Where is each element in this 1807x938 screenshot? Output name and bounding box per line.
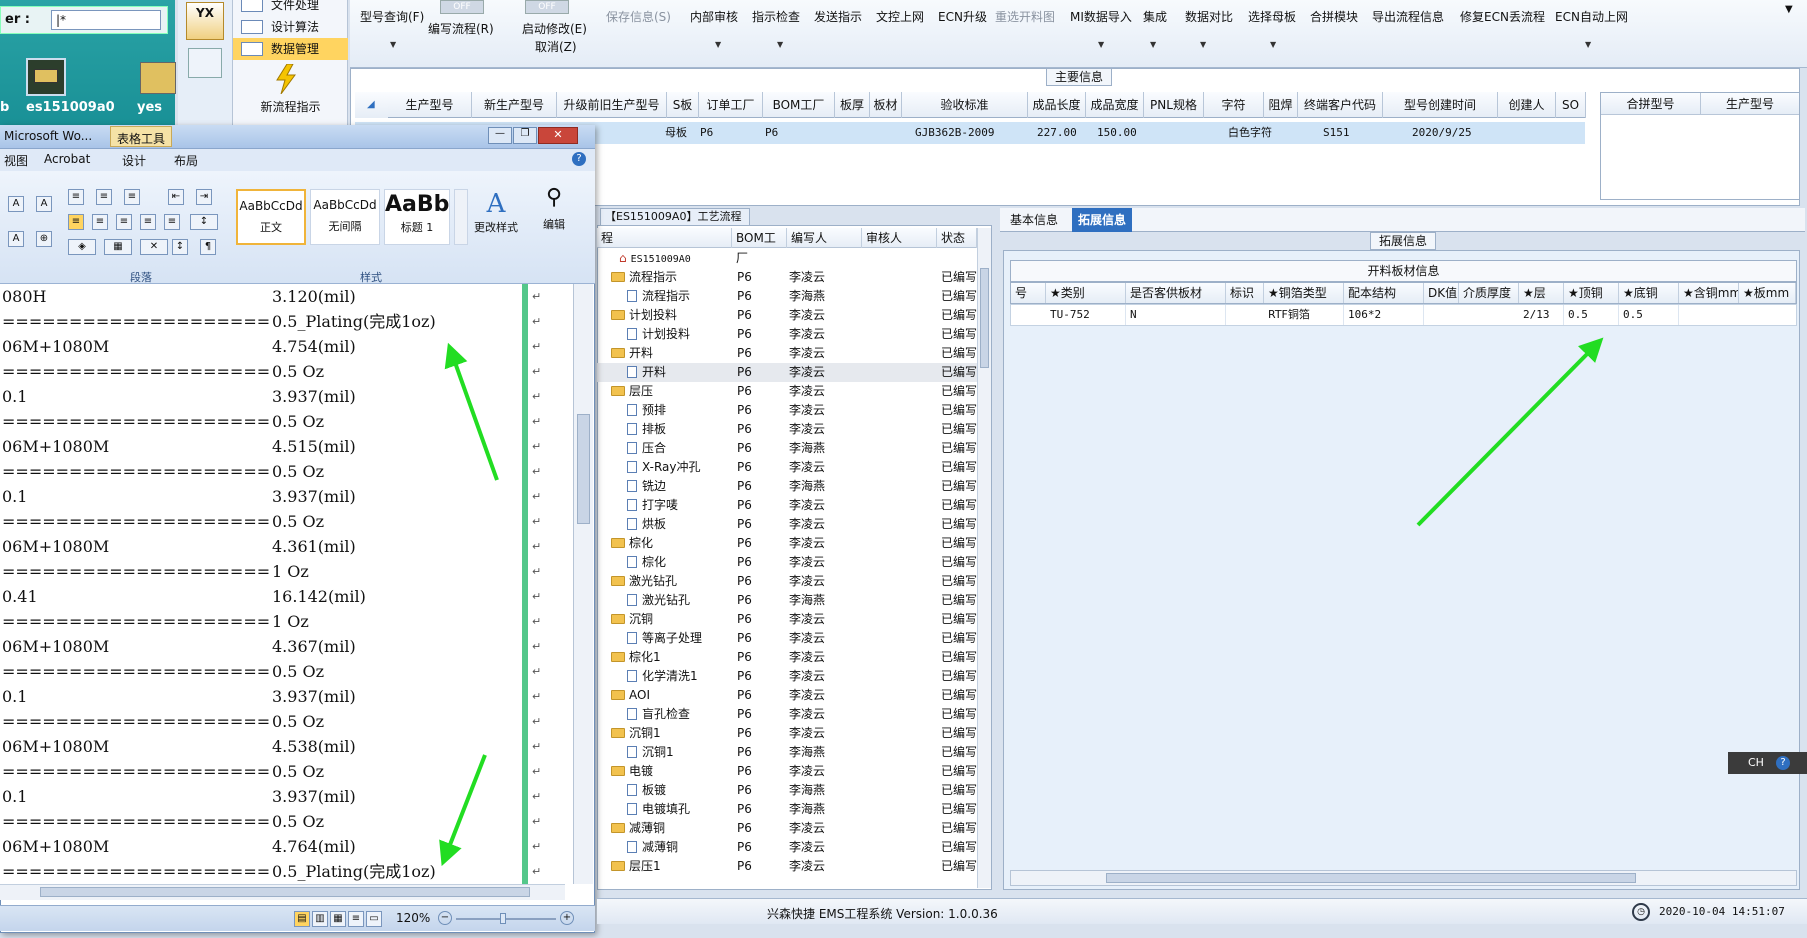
green-arrow: [439, 754, 487, 867]
green-arrow: [444, 342, 499, 481]
desktop: er : |* b es151009a0 yes YX 文件处理 设计算法 数据…: [0, 0, 1807, 938]
green-arrow: [1416, 337, 1604, 527]
annotation-arrows: [439, 337, 1604, 867]
